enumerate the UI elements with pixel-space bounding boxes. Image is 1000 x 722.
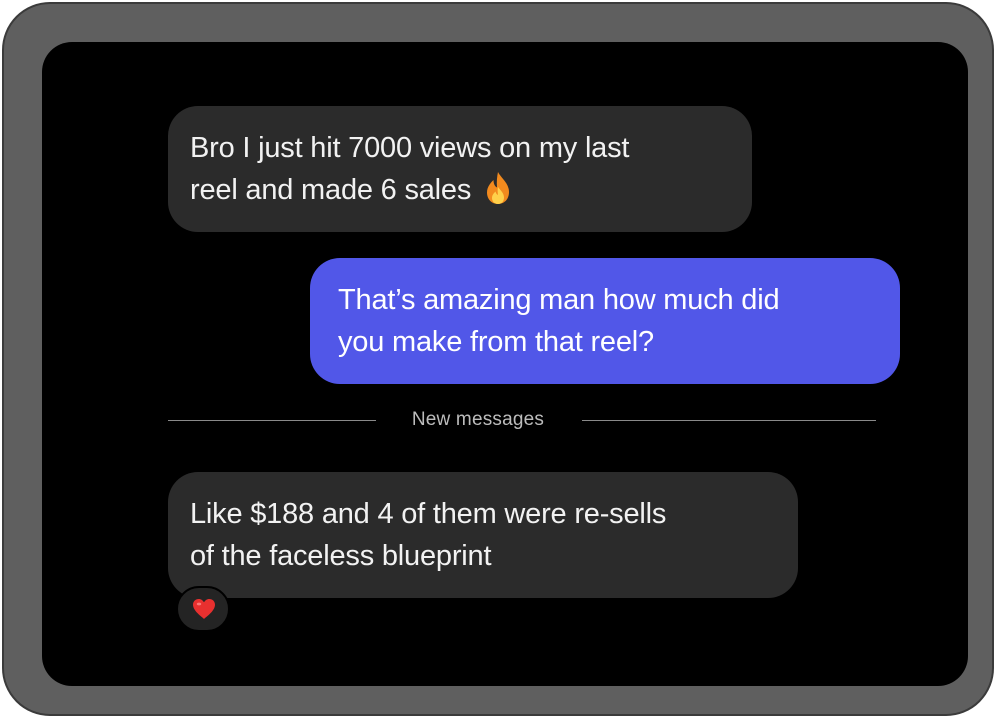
divider-line-right [582,420,876,421]
message-line-text: reel and made 6 sales [190,174,472,206]
divider-line-left [168,420,376,421]
fire-icon [483,171,513,205]
message-line: reel and made 6 sales [190,169,728,211]
message-bubble-sent[interactable]: That’s amazing man how much did you make… [310,258,900,384]
reaction-badge[interactable] [176,586,230,632]
message-line: Like $188 and 4 of them were re-sells [190,498,667,530]
message-line: of the faceless blueprint [190,540,492,572]
message-line: That’s amazing man how much did [338,284,780,316]
chat-screen: Bro I just hit 7000 views on my last ree… [42,42,968,686]
divider-label: New messages [411,409,545,430]
new-messages-divider: New messages [168,402,876,430]
message-bubble-received[interactable]: Bro I just hit 7000 views on my last ree… [168,106,752,232]
message-line: Bro I just hit 7000 views on my last [190,132,630,164]
message-bubble-received[interactable]: Like $188 and 4 of them were re-sells of… [168,472,798,598]
heart-icon [192,598,216,620]
message-line: you make from that reel? [338,326,654,358]
device-frame: Bro I just hit 7000 views on my last ree… [2,2,994,716]
